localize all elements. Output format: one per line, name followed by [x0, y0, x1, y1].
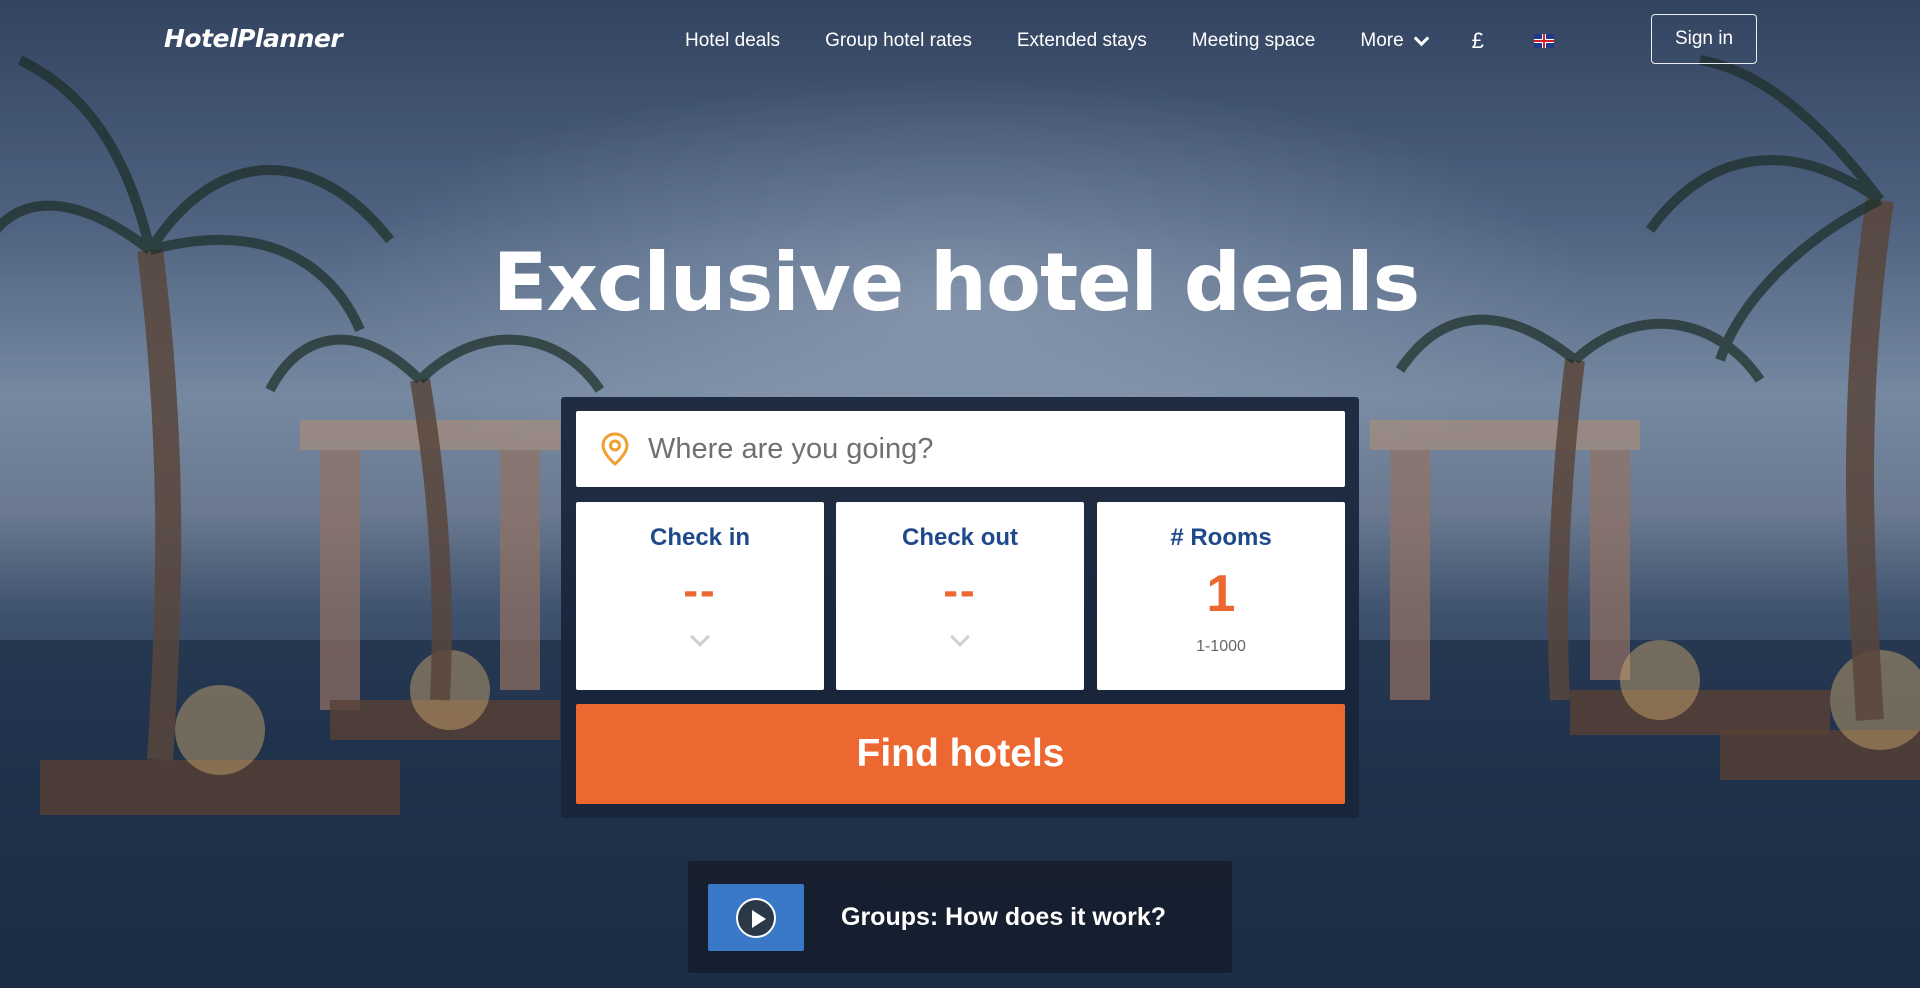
- chevron-down-icon: [690, 627, 710, 647]
- hotelplanner-logo[interactable]: HotelPlanner: [164, 24, 343, 53]
- chevron-down-icon: [950, 627, 970, 647]
- location-pin-icon: [601, 432, 629, 466]
- nav-extended-stays[interactable]: Extended stays: [1017, 30, 1147, 52]
- rooms-range: 1-1000: [1196, 638, 1246, 655]
- play-icon: [736, 897, 776, 938]
- check-in-picker[interactable]: Check in --: [576, 502, 824, 690]
- groups-video-link[interactable]: Groups: How does it work?: [688, 861, 1232, 973]
- top-nav: HotelPlanner Hotel deals Group hotel rat…: [0, 0, 1920, 80]
- check-in-value: --: [683, 566, 717, 615]
- check-out-label: Check out: [901, 524, 1018, 551]
- chevron-down-icon: [1413, 30, 1429, 46]
- page-title: Exclusive hotel deals: [492, 236, 1421, 329]
- find-hotels-button[interactable]: Find hotels: [576, 704, 1345, 804]
- search-panel: Check in -- Check out -- # Rooms 1 1-100…: [561, 397, 1359, 818]
- nav-more-label: More: [1360, 30, 1404, 51]
- check-in-label: Check in: [649, 524, 751, 551]
- sign-in-button[interactable]: Sign in: [1651, 14, 1757, 64]
- check-out-value: --: [943, 566, 977, 615]
- currency-selector[interactable]: £: [1472, 28, 1484, 54]
- nav-group-hotel-rates[interactable]: Group hotel rates: [825, 30, 972, 52]
- check-out-picker[interactable]: Check out --: [836, 502, 1084, 690]
- destination-field[interactable]: [576, 411, 1345, 487]
- destination-input[interactable]: [648, 432, 1328, 466]
- nav-meeting-space[interactable]: Meeting space: [1192, 30, 1316, 52]
- rooms-label: # Rooms: [1170, 524, 1272, 551]
- nav-more-dropdown[interactable]: More: [1360, 30, 1429, 52]
- video-thumbnail[interactable]: [708, 883, 804, 951]
- nav-links: Hotel deals Group hotel rates Extended s…: [685, 28, 1554, 54]
- rooms-selector[interactable]: # Rooms 1 1-1000: [1097, 502, 1345, 690]
- nav-hotel-deals[interactable]: Hotel deals: [685, 30, 780, 52]
- uk-flag-icon[interactable]: [1533, 34, 1554, 48]
- groups-label: Groups: How does it work?: [841, 902, 1167, 931]
- rooms-value[interactable]: 1: [1097, 564, 1345, 624]
